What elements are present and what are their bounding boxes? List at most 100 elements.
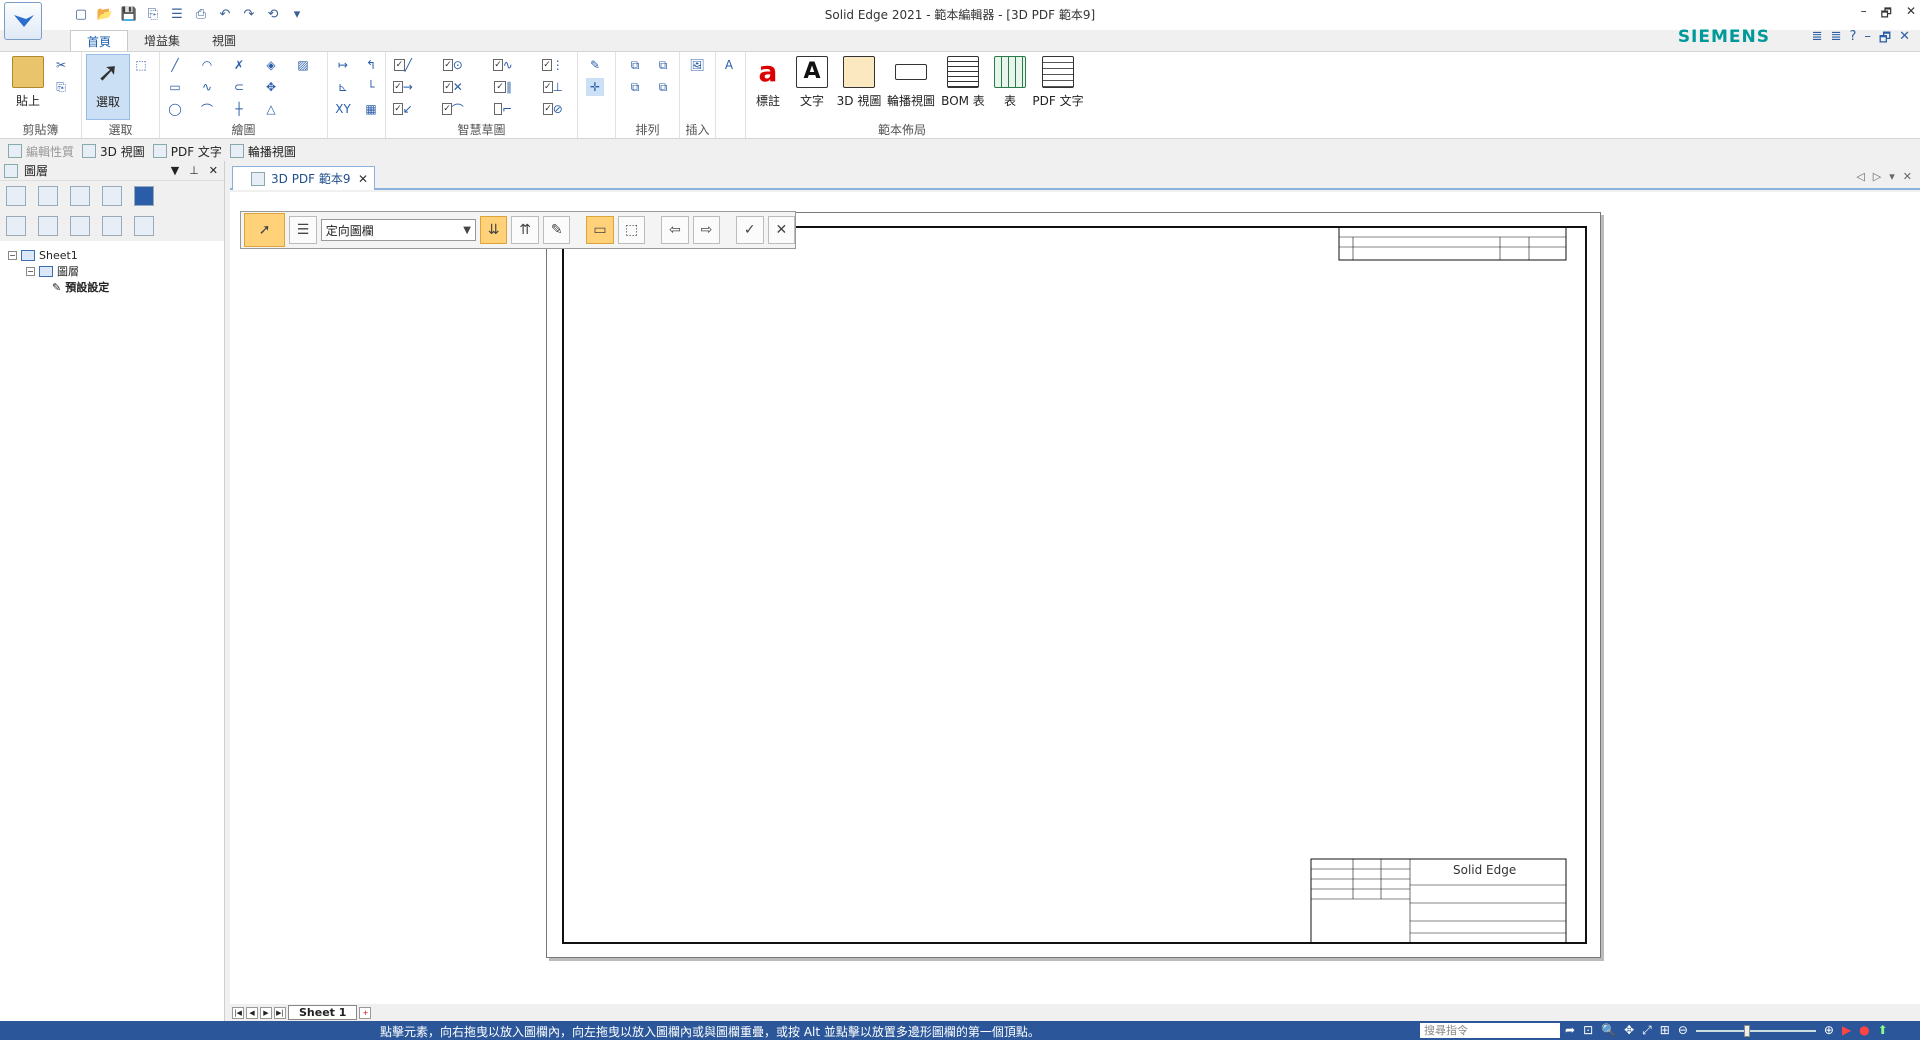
document-tab-close-icon[interactable]: ✕ [358,172,368,186]
options-button[interactable]: ☰ [289,216,317,244]
drawing-canvas[interactable]: Solid Edge [230,192,1920,1004]
zoom-slider[interactable] [1695,1025,1816,1037]
close-button[interactable]: ✕ [1906,4,1916,25]
previous-arrow-icon[interactable]: ⇦ [661,216,689,244]
center-option[interactable]: ✓ ⊙ [443,56,463,74]
carousel-view-button[interactable]: 輪播視圖 [884,54,938,120]
restore-button[interactable]: 🗗 [1881,4,1892,25]
show-layer-icon[interactable] [38,216,58,236]
curve-icon[interactable]: ∿ [198,78,216,96]
parallel-option[interactable]: ✓ ∥ [494,78,512,96]
fit-icon[interactable]: ⤢ [1642,1023,1652,1038]
fillet-icon[interactable]: ⌒ [198,100,216,118]
rectangle-region-button[interactable]: ▭ [586,216,614,244]
bring-front-icon[interactable]: ⧉ [626,56,644,74]
callout-button[interactable]: a 標註 [746,54,790,120]
place-overlap-button[interactable]: ⇈ [511,216,539,244]
polygon-region-button[interactable]: ⬚ [617,216,646,244]
point-icon[interactable]: ✛ [586,78,604,96]
tab-addins[interactable]: 增益集 [128,30,196,52]
move-icon[interactable]: ✥ [262,78,280,96]
bom-table-button[interactable]: BOM 表 [938,54,988,120]
drawing-sheet[interactable]: Solid Edge [546,212,1601,958]
next-arrow-icon[interactable]: ⇨ [692,216,721,244]
intellisketch-icon[interactable]: ✎ [586,56,604,74]
close-doc-icon[interactable]: ✕ [1899,29,1910,51]
insert-image-icon[interactable]: 🖼 [688,56,706,74]
panel-close-icon[interactable]: ✕ [209,164,218,177]
layers-tab-icon[interactable] [4,163,18,178]
document-tab[interactable]: 3D PDF 範本9 ✕ [232,166,375,190]
region-type-select[interactable]: 定向圖欄 ▼ [320,219,476,241]
layers-panel-title[interactable]: 圖層 [24,162,48,179]
feature-tab-icon[interactable] [134,186,154,206]
select-tools-icon[interactable]: ⬚ [132,56,150,74]
distance-icon[interactable]: ↰ [362,56,380,74]
pick-element-button[interactable]: ✎ [542,216,571,244]
next-sheet-icon[interactable]: ▶ [260,1006,272,1019]
text-button[interactable]: A 文字 [790,54,834,120]
pdf-text-button[interactable]: PDF 文字 [1032,54,1084,120]
zoom-slider-thumb[interactable] [1743,1025,1750,1037]
sheet-view-icon[interactable]: ⊞ [1660,1023,1670,1038]
learn-icon[interactable]: ≣ [1831,29,1842,51]
intersect-option[interactable]: ✓ ✕ [443,78,463,96]
select-tool-button[interactable]: ➚ [244,213,286,247]
paste-button[interactable]: 貼上 [6,54,50,120]
sheet-tab[interactable]: Sheet 1 [288,1005,358,1020]
help-icon[interactable]: ? [1849,29,1856,51]
xy-icon[interactable]: XY [334,100,352,118]
library-tab-icon[interactable] [70,186,90,206]
silhouette-option[interactable]: ⌐ [494,100,512,118]
cut-icon[interactable]: ✂ [52,56,70,74]
tab-home[interactable]: 首頁 [70,30,129,52]
send-back-icon[interactable]: ⧉ [654,56,672,74]
minimize-button[interactable]: – [1861,4,1867,25]
collapse-icon[interactable]: − [26,266,35,276]
zoom-out-icon[interactable]: ⊖ [1678,1023,1688,1038]
arc-option[interactable]: ✓ ⌒ [442,100,464,118]
grid-icon[interactable]: ▦ [362,100,380,118]
circle-icon[interactable]: ◯ [166,100,184,118]
new-sheet-icon[interactable]: + [359,1006,372,1019]
tree-row-default[interactable]: ✎ 預設設定 [8,279,224,295]
3d-view-button[interactable]: 3D 視圖 [834,54,884,120]
tree-row-sheet[interactable]: − Sheet1 [8,247,224,263]
place-inside-button[interactable]: ⇊ [479,216,508,244]
record-icon[interactable]: ● [1859,1023,1869,1038]
bring-forward-icon[interactable]: ⧉ [626,78,644,96]
fill-icon[interactable]: ◈ [262,56,280,74]
new-layer-icon[interactable] [6,216,26,236]
pin-icon[interactable]: ⊥ [189,164,199,177]
hide-layer-icon[interactable] [70,216,90,236]
pan-icon[interactable]: ✥ [1624,1023,1634,1038]
subbar-3d-view-button[interactable]: 3D 視圖 [82,143,145,160]
zoom-icon[interactable]: 🔍 [1601,1023,1616,1038]
offset-icon[interactable]: ⊂ [230,78,248,96]
subbar-pdf-text-button[interactable]: PDF 文字 [152,143,222,160]
text-style-icon[interactable]: A [720,56,738,74]
zoom-in-icon[interactable]: ⊕ [1824,1023,1834,1038]
tangent-option[interactable]: ✓ ∿ [493,56,513,74]
move-to-layer-icon[interactable] [102,216,122,236]
prev-sheet-icon[interactable]: ◀ [246,1006,258,1019]
onelement-option[interactable]: ✓ ↙ [393,100,413,118]
first-sheet-icon[interactable]: |◀ [232,1006,244,1019]
restore-ribbon-icon[interactable]: 🗗 [1879,29,1891,51]
angle-icon[interactable]: ⊾ [334,78,352,96]
tab-close-all-icon[interactable]: ✕ [1903,170,1912,183]
vertical-option[interactable]: ✓ ⋮ [542,56,564,74]
command-search-input[interactable]: 搜尋指令 [1420,1023,1560,1038]
midpoint-option[interactable]: ✓ → [393,78,413,96]
last-sheet-icon[interactable]: ▶| [274,1006,286,1019]
pathfinder-tab-icon[interactable] [6,186,26,206]
endpoint-option[interactable]: ✓ ╱ [394,56,412,74]
panel-dropdown-icon[interactable]: ▼ [171,164,179,177]
collapse-icon[interactable]: − [8,250,17,260]
min-ribbon-icon[interactable]: – [1864,29,1871,51]
tab-prev-icon[interactable]: ◁ [1856,170,1864,183]
coordinate-icon[interactable]: └ [362,78,380,96]
trim-icon[interactable]: ✗ [230,56,248,74]
rectangle-icon[interactable]: ▭ [166,78,184,96]
video-icon[interactable]: ▶ [1842,1023,1851,1038]
